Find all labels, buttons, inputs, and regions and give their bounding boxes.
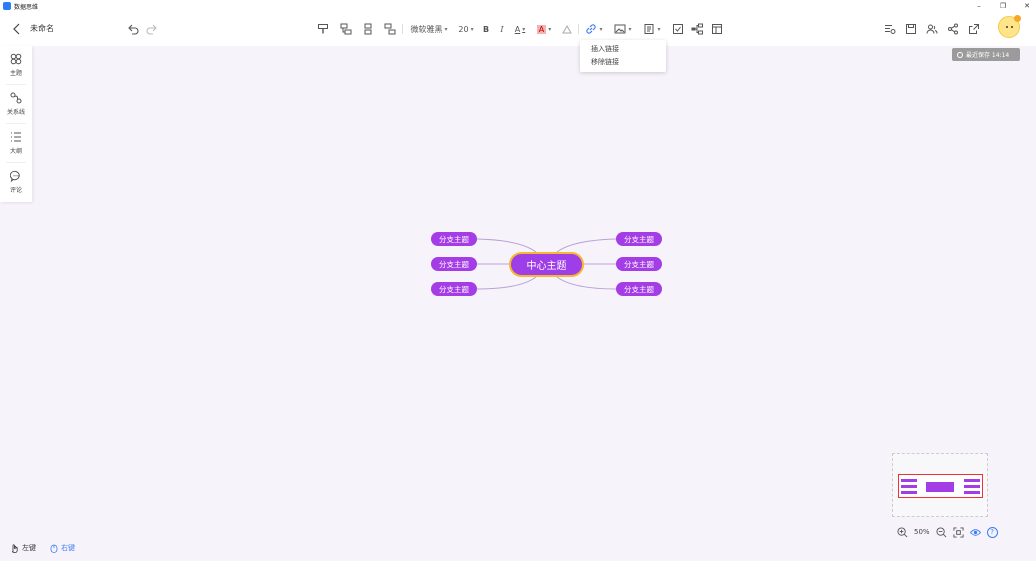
outline-view-icon[interactable] bbox=[884, 21, 896, 37]
right-button-mode[interactable]: 右键 bbox=[50, 543, 75, 553]
link-dropdown-menu: 插入链接 移除链接 bbox=[580, 40, 666, 72]
side-panel: 主题 关系线 大纲 评论 bbox=[0, 46, 32, 202]
minimap[interactable] bbox=[892, 453, 988, 517]
user-avatar[interactable] bbox=[998, 15, 1021, 38]
app-title: 数据思维 bbox=[14, 3, 39, 11]
sidebar-item-label: 大纲 bbox=[9, 148, 22, 155]
share-icon[interactable] bbox=[947, 21, 959, 37]
font-size-value: 20 bbox=[458, 24, 469, 34]
italic-button[interactable]: I bbox=[497, 21, 507, 37]
mouse-icon bbox=[50, 544, 58, 553]
insert-parent-icon[interactable] bbox=[384, 21, 396, 37]
insert-sibling-icon[interactable] bbox=[362, 21, 374, 37]
preview-eye-icon[interactable] bbox=[969, 527, 981, 538]
window-controls: – ❐ ✕ bbox=[974, 0, 1032, 12]
zoom-in-icon[interactable] bbox=[897, 526, 908, 538]
chevron-down-icon: ▾ bbox=[628, 25, 632, 33]
insert-link-menu-item[interactable]: 插入链接 bbox=[580, 43, 666, 56]
bg-color-glyph: A bbox=[536, 24, 547, 34]
sidebar-item-outline[interactable]: 大纲 bbox=[0, 124, 32, 162]
undo-icon[interactable] bbox=[127, 21, 139, 37]
sidebar-item-label: 评论 bbox=[9, 187, 22, 194]
branch-topic-node[interactable]: 分支主题 bbox=[616, 232, 662, 246]
task-icon[interactable] bbox=[672, 21, 684, 37]
branch-topic-node[interactable]: 分支主题 bbox=[431, 232, 477, 246]
chevron-down-icon: ▾ bbox=[470, 25, 474, 33]
maximize-button[interactable]: ❐ bbox=[998, 0, 1008, 12]
clock-icon bbox=[957, 51, 963, 58]
save-icon[interactable] bbox=[905, 21, 917, 37]
branch-topic-node[interactable]: 分支主题 bbox=[431, 282, 477, 296]
chevron-down-icon: ▾ bbox=[548, 25, 552, 33]
close-button[interactable]: ✕ bbox=[1022, 0, 1032, 12]
help-icon[interactable]: ? bbox=[986, 526, 998, 538]
insert-subtopic-icon[interactable] bbox=[340, 21, 352, 37]
bg-color-button[interactable]: A ▾ bbox=[535, 21, 553, 37]
mindmap-connectors bbox=[476, 238, 618, 290]
branch-topic-node[interactable]: 分支主题 bbox=[616, 257, 662, 271]
font-size-select[interactable]: 20 ▾ bbox=[456, 21, 476, 37]
outline-icon bbox=[11, 132, 21, 142]
format-painter-icon[interactable] bbox=[317, 21, 329, 37]
chevron-down-icon: ▾ bbox=[522, 25, 526, 33]
minimize-button[interactable]: – bbox=[974, 0, 984, 12]
structure-icon[interactable] bbox=[690, 21, 704, 37]
export-icon[interactable] bbox=[968, 21, 980, 37]
image-button[interactable]: ▾ bbox=[613, 21, 633, 37]
app-logo-icon bbox=[3, 2, 11, 10]
sidebar-item-theme[interactable]: 主题 bbox=[0, 46, 32, 84]
sidebar-item-comment[interactable]: 评论 bbox=[0, 163, 32, 201]
layout-icon[interactable] bbox=[711, 21, 723, 37]
relation-icon bbox=[10, 92, 22, 104]
font-family-select[interactable]: 微软雅黑 ▾ bbox=[409, 21, 449, 37]
title-bar: 数据思维 – ❐ ✕ bbox=[0, 0, 1036, 12]
bold-button[interactable]: B bbox=[481, 21, 491, 37]
mouse-mode-bar: 左键 右键 bbox=[11, 543, 75, 553]
link-button[interactable]: ▾ bbox=[584, 21, 604, 37]
collaborate-icon[interactable] bbox=[926, 21, 938, 37]
right-button-label: 右键 bbox=[61, 544, 75, 552]
fit-screen-icon[interactable] bbox=[953, 526, 964, 538]
chevron-down-icon: ▾ bbox=[599, 25, 603, 33]
branch-topic-node[interactable]: 分支主题 bbox=[431, 257, 477, 271]
left-button-label: 左键 bbox=[22, 544, 36, 552]
sidebar-item-label: 关系线 bbox=[6, 109, 25, 116]
font-color-glyph: A bbox=[514, 24, 521, 34]
left-button-mode[interactable]: 左键 bbox=[11, 543, 36, 553]
save-status-badge: 最近保存 14:14 bbox=[952, 48, 1020, 61]
comment-icon bbox=[10, 170, 20, 182]
chevron-down-icon: ▾ bbox=[657, 25, 661, 33]
zoom-level: 50% bbox=[914, 528, 930, 536]
flower-icon bbox=[1014, 15, 1021, 22]
sidebar-item-relation[interactable]: 关系线 bbox=[0, 85, 32, 123]
sidebar-item-label: 主题 bbox=[9, 70, 22, 77]
remove-link-menu-item[interactable]: 移除链接 bbox=[580, 56, 666, 69]
clear-format-icon[interactable] bbox=[561, 21, 573, 37]
font-color-button[interactable]: A ▾ bbox=[512, 21, 528, 37]
font-family-value: 微软雅黑 bbox=[410, 24, 443, 34]
central-topic-node[interactable]: 中心主题 bbox=[509, 252, 584, 277]
back-icon[interactable] bbox=[11, 21, 23, 37]
hand-icon bbox=[12, 543, 18, 553]
chevron-down-icon: ▾ bbox=[444, 25, 448, 33]
branch-topic-node[interactable]: 分支主题 bbox=[616, 282, 662, 296]
zoom-out-icon[interactable] bbox=[936, 526, 947, 538]
redo-icon[interactable] bbox=[146, 21, 158, 37]
theme-icon bbox=[10, 53, 22, 65]
zoom-controls: 50% ? bbox=[897, 526, 998, 538]
toolbar: 未命名 微软雅黑 ▾ 20 ▾ B I A ▾ A ▾ ▾ ▾ ▾ bbox=[0, 12, 1036, 46]
note-button[interactable]: ▾ bbox=[642, 21, 662, 37]
document-title[interactable]: 未命名 bbox=[30, 24, 54, 34]
save-status-text: 最近保存 14:14 bbox=[966, 52, 1010, 59]
